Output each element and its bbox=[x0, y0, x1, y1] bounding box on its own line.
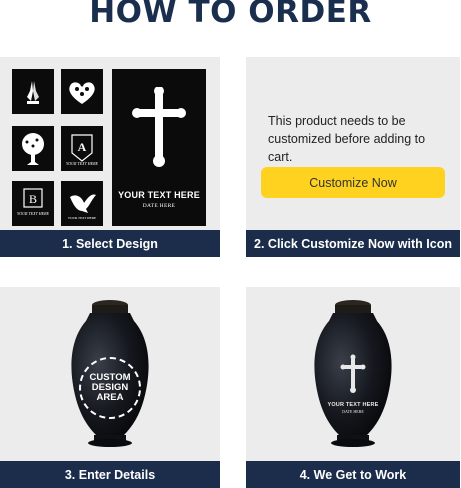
step-card-customize: This product needs to be customized befo… bbox=[246, 57, 460, 257]
tree-of-life-icon bbox=[22, 132, 44, 165]
step-label: 1. Select Design bbox=[0, 230, 220, 257]
design-tile-praying-hands[interactable] bbox=[12, 69, 54, 114]
page-title: HOW TO ORDER bbox=[89, 0, 372, 30]
step-label: 2. Click Customize Now with Icon bbox=[246, 230, 460, 257]
design-tile-dove[interactable]: YOUR TEXT HERE bbox=[61, 181, 103, 226]
engraved-date: DATE HERE bbox=[342, 409, 364, 414]
customize-now-button[interactable]: Customize Now bbox=[261, 167, 445, 198]
svg-text:YOUR TEXT HERE: YOUR TEXT HERE bbox=[66, 161, 98, 166]
design-tile-monogram-a[interactable]: A YOUR TEXT HERE bbox=[61, 126, 103, 171]
sample-date: DATE HERE bbox=[142, 203, 176, 209]
step-label: 3. Enter Details bbox=[0, 461, 220, 488]
step-label: 4. We Get to Work bbox=[246, 461, 460, 488]
engraved-text: YOUR TEXT HERE bbox=[327, 402, 379, 408]
svg-text:B: B bbox=[29, 192, 37, 206]
custom-design-area: CUSTOM DESIGN AREA bbox=[79, 357, 141, 419]
svg-text:A: A bbox=[78, 140, 87, 154]
design-tile-tree-of-life[interactable] bbox=[12, 126, 54, 171]
sample-text: YOUR TEXT HERE bbox=[118, 190, 200, 200]
urn-image bbox=[314, 300, 392, 447]
heart-of-hearts-icon bbox=[69, 81, 95, 104]
svg-text:YOUR TEXT HERE: YOUR TEXT HERE bbox=[68, 216, 97, 220]
step-card-we-get-to-work: YOUR TEXT HERE DATE HERE 4. We Get to Wo… bbox=[246, 287, 460, 488]
monogram-b-icon: B YOUR TEXT HERE bbox=[17, 187, 49, 216]
design-tile-monogram-b[interactable]: B YOUR TEXT HERE bbox=[12, 181, 54, 226]
customize-message: This product needs to be customized befo… bbox=[268, 114, 426, 164]
praying-hands-icon bbox=[27, 80, 39, 104]
monogram-a-icon: A YOUR TEXT HERE bbox=[66, 133, 98, 166]
design-tile-hearts[interactable] bbox=[61, 69, 103, 114]
cross-icon bbox=[132, 87, 186, 167]
step-card-select-design: A YOUR TEXT HERE B YOUR TEXT HERE YOUR T… bbox=[0, 57, 220, 257]
dove-icon: YOUR TEXT HERE bbox=[68, 193, 97, 220]
svg-text:YOUR TEXT HERE: YOUR TEXT HERE bbox=[17, 211, 49, 216]
design-tile-cross[interactable]: YOUR TEXT HERE DATE HERE bbox=[112, 69, 206, 226]
step-card-enter-details: CUSTOM DESIGN AREA 3. Enter Details bbox=[0, 287, 220, 488]
